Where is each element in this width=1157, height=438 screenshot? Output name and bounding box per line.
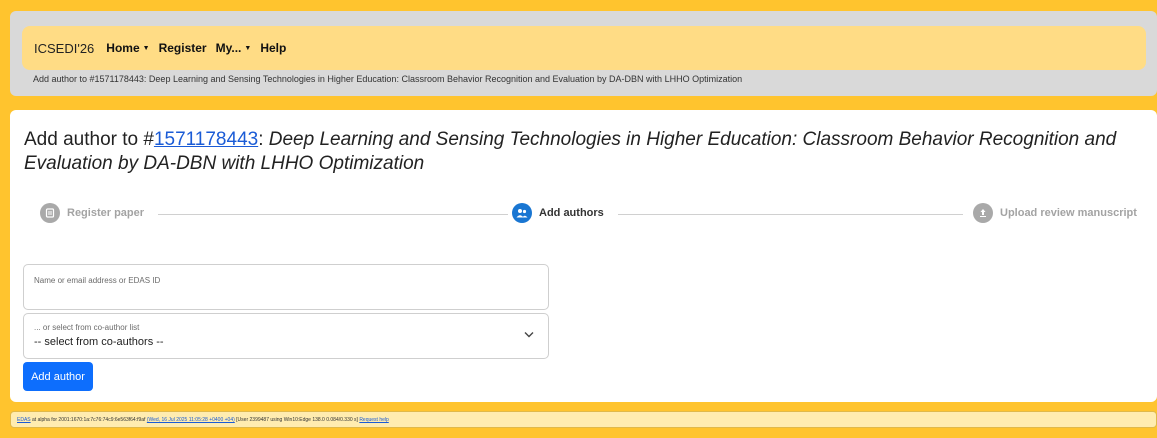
coauthor-select[interactable]: ... or select from co-author list -- sel…	[23, 313, 549, 359]
nav-my[interactable]: My... ▼	[216, 41, 252, 55]
footer-user-text: [User 2399487 using Win10:Edge 138.0 0.0…	[234, 417, 360, 423]
step-connector	[618, 214, 963, 215]
step-connector	[158, 214, 508, 215]
step-label: Upload review manuscript	[1000, 207, 1137, 219]
upload-icon	[973, 203, 993, 223]
step-register-paper[interactable]: Register paper	[40, 203, 144, 223]
step-label: Register paper	[67, 207, 145, 219]
title-prefix: Add author to #	[24, 129, 154, 150]
timestamp-link[interactable]: (Wed, 16 Jul 2025 11:05:28 +0400 +04)	[147, 417, 235, 423]
step-add-authors[interactable]: Add authors	[512, 203, 604, 223]
page-title: Add author to #1571178443: Deep Learning…	[24, 128, 1134, 176]
navbar: ICSEDI'26 Home ▼ Register My... ▼ Help	[22, 26, 1146, 70]
step-upload-manuscript[interactable]: Upload review manuscript	[973, 203, 1137, 223]
brand-logo[interactable]: ICSEDI'26	[34, 41, 94, 56]
nav-help-label: Help	[260, 41, 287, 55]
nav-home-label: Home	[106, 41, 140, 55]
add-author-button[interactable]: Add author	[23, 362, 93, 391]
progress-steps: Register paper Add authors Upload review…	[40, 203, 1137, 225]
author-input-placeholder: Name or email address or EDAS ID	[34, 276, 161, 285]
users-icon	[512, 203, 532, 223]
coauthor-select-value: -- select from co-authors --	[34, 336, 164, 348]
request-help-link[interactable]: Request help	[359, 417, 388, 423]
chevron-down-icon: ▼	[142, 44, 150, 52]
footer-host-text: at alpha for 2001:1670:1a:7c76:74c9:6e56…	[30, 417, 147, 423]
breadcrumb: Add author to #1571178443: Deep Learning…	[33, 74, 743, 84]
step-label: Add authors	[539, 207, 604, 219]
footer-status: EDAS at alpha for 2001:1670:1a:7c76:74c9…	[10, 411, 1157, 428]
nav-my-label: My...	[215, 41, 242, 55]
title-colon: :	[258, 129, 264, 150]
coauthor-select-label: ... or select from co-author list	[34, 323, 140, 332]
nav-register[interactable]: Register	[159, 41, 207, 55]
author-search-input[interactable]: Name or email address or EDAS ID	[23, 264, 549, 310]
nav-help[interactable]: Help	[260, 41, 286, 55]
chevron-down-icon	[524, 329, 534, 341]
nav-home[interactable]: Home ▼	[106, 41, 149, 55]
paper-id-link[interactable]: 1571178443	[154, 129, 258, 150]
nav-register-label: Register	[158, 41, 207, 55]
edas-link[interactable]: EDAS	[17, 417, 31, 423]
document-icon	[40, 203, 60, 223]
chevron-down-icon: ▼	[244, 44, 252, 52]
